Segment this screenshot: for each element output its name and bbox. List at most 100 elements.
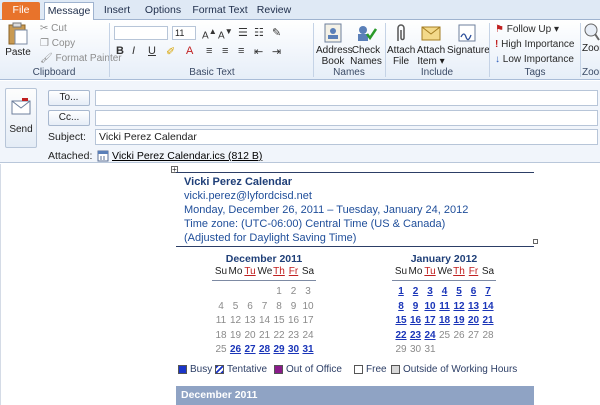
calendar-day[interactable]: 6: [467, 286, 481, 298]
calendar-day[interactable]: 31: [301, 344, 315, 356]
paste-button[interactable]: Paste: [4, 22, 32, 58]
attachment-link[interactable]: Vicki Perez Calendar.ics (812 B): [112, 150, 262, 162]
attach-file-button[interactable]: Attach File: [387, 22, 415, 67]
calendar-day[interactable]: 21: [481, 315, 495, 327]
address-book-button[interactable]: Address Book: [316, 22, 353, 67]
calendar-day[interactable]: 20: [467, 315, 481, 327]
to-field[interactable]: [95, 90, 598, 106]
calendar-day[interactable]: 23: [409, 330, 423, 342]
calendar-day[interactable]: 27: [243, 344, 257, 356]
check-names-button[interactable]: Check Names: [350, 22, 382, 67]
calendar-day: 14: [258, 315, 271, 326]
tab-review[interactable]: Review: [254, 2, 294, 20]
calendar-day[interactable]: 30: [287, 344, 301, 356]
calendar-day[interactable]: 2: [409, 286, 423, 298]
numbering-button[interactable]: ☷: [254, 26, 264, 39]
calendar-day[interactable]: 26: [229, 344, 243, 356]
calendar-day: 24: [302, 329, 314, 341]
calendar-day[interactable]: 17: [423, 315, 437, 327]
calendar-day[interactable]: 28: [258, 344, 272, 356]
cut-button[interactable]: ✂ Cut: [40, 23, 67, 34]
clipboard-icon: [8, 22, 28, 45]
zoom-group-label: Zoom: [582, 67, 600, 78]
to-button[interactable]: To...: [48, 90, 90, 106]
calendar-day[interactable]: 12: [452, 301, 466, 313]
font-color-button[interactable]: A: [186, 45, 193, 57]
calendar-day[interactable]: 19: [452, 315, 466, 327]
flag-icon: ⚑: [495, 24, 504, 35]
weekday-header: Fr: [468, 266, 479, 277]
weekday-header: Su: [214, 266, 228, 277]
font-name-combo[interactable]: [114, 26, 168, 40]
increase-indent-button[interactable]: ⇥: [272, 45, 281, 58]
calendar-day: 16: [287, 315, 300, 326]
shrink-font-button[interactable]: A▼: [218, 26, 233, 41]
grow-font-button[interactable]: A▲: [202, 26, 217, 41]
weekday-rule: [392, 280, 496, 281]
calendar-day: 11: [215, 315, 227, 326]
weekday-header: Th: [453, 266, 465, 277]
clear-format-button[interactable]: ✎: [272, 26, 281, 39]
calendar-day[interactable]: 18: [438, 315, 452, 327]
calendar-day[interactable]: 8: [394, 301, 408, 313]
weekday-header: Mo: [228, 266, 243, 277]
legend-busy: Busy: [178, 364, 212, 375]
tab-format-text[interactable]: Format Text: [190, 2, 250, 20]
bullets-button[interactable]: ☰: [238, 26, 248, 39]
tab-message[interactable]: Message: [44, 2, 94, 21]
calendar-day: 18: [215, 329, 227, 341]
tab-file[interactable]: File: [2, 2, 40, 20]
calendar-day[interactable]: 9: [409, 301, 423, 313]
cc-button[interactable]: Cc...: [48, 110, 90, 126]
calendar-day[interactable]: 16: [409, 315, 423, 327]
calendar-day: 4: [218, 300, 224, 312]
calendar-day: 22: [273, 329, 285, 341]
highlight-button[interactable]: ✐: [166, 45, 175, 58]
align-right-button[interactable]: ≡: [238, 45, 244, 57]
high-importance-button[interactable]: ! High Importance: [495, 39, 575, 50]
compose-header: Send To... Cc... Subject: Vicki Perez Ca…: [0, 81, 600, 163]
calendar-day[interactable]: 22: [394, 330, 408, 342]
table-resize-handle[interactable]: [533, 239, 538, 244]
tab-insert[interactable]: Insert: [98, 2, 136, 20]
calendar-day[interactable]: 15: [394, 315, 408, 327]
zoom-button[interactable]: Zoom: [582, 22, 600, 54]
calendar-day: 30: [409, 344, 422, 355]
ribbon: Paste ✂ Cut ❐ Copy 🖌 Format Painter Clip…: [0, 20, 600, 80]
attachment-item[interactable]: Vicki Perez Calendar.ics (812 B): [97, 150, 262, 162]
calendar-day[interactable]: 29: [272, 344, 286, 356]
tab-options[interactable]: Options: [140, 2, 186, 20]
calendar-day: 21: [258, 329, 271, 341]
calendar-email: vicki.perez@lyfordcisd.net: [184, 190, 312, 202]
calendar-day[interactable]: 24: [423, 330, 437, 342]
calendar-day: 25: [438, 329, 451, 341]
align-left-button[interactable]: ≡: [206, 45, 212, 57]
align-center-button[interactable]: ≡: [222, 45, 228, 57]
follow-up-button[interactable]: ⚑ Follow Up ▾: [495, 24, 559, 35]
signature-button[interactable]: Signature: [447, 22, 490, 56]
calendar-day[interactable]: 11: [438, 301, 452, 313]
weekday-header: Tu: [244, 266, 256, 277]
attach-item-button[interactable]: Attach Item ▾: [416, 22, 446, 67]
italic-button[interactable]: I: [132, 45, 135, 57]
separator: [580, 23, 581, 77]
calendar-day[interactable]: 3: [423, 286, 437, 298]
calendar-day[interactable]: 13: [467, 301, 481, 313]
bold-button[interactable]: B: [116, 45, 124, 57]
decrease-indent-button[interactable]: ⇤: [254, 45, 263, 58]
calendar-day[interactable]: 14: [481, 301, 495, 313]
low-importance-button[interactable]: ↓ Low Importance: [495, 54, 574, 65]
subject-field[interactable]: Vicki Perez Calendar: [95, 129, 598, 145]
font-size-combo[interactable]: 11: [172, 26, 196, 40]
calendar-day[interactable]: 5: [452, 286, 466, 298]
calendar-day[interactable]: 10: [423, 301, 437, 313]
calendar-day[interactable]: 4: [438, 286, 452, 298]
calendar-day: 26: [453, 329, 465, 341]
calendar-day[interactable]: 7: [481, 286, 495, 298]
underline-button[interactable]: U: [148, 45, 156, 57]
send-button[interactable]: Send: [5, 88, 37, 148]
copy-button[interactable]: ❐ Copy: [40, 38, 75, 49]
calendar-day[interactable]: 1: [394, 286, 408, 298]
separator: [109, 23, 110, 77]
cc-field[interactable]: [95, 110, 598, 126]
